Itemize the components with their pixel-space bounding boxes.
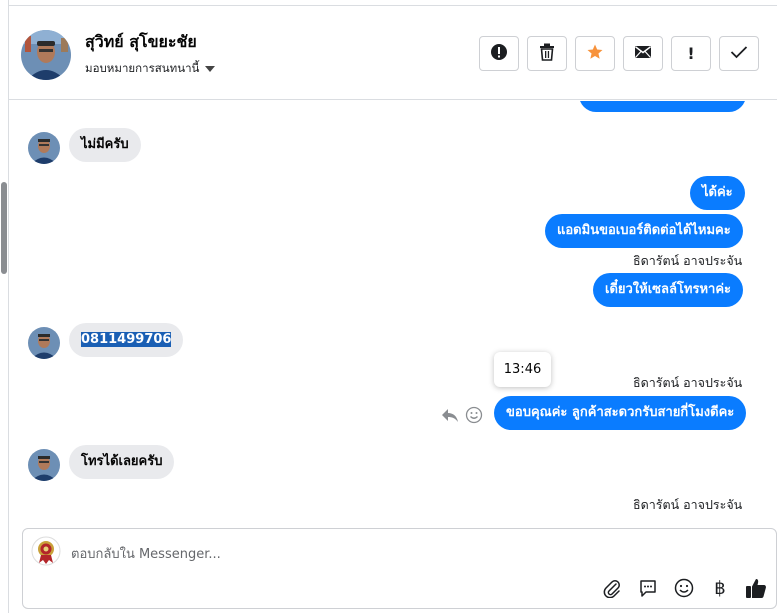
chevron-down-icon [205, 66, 216, 72]
contact-avatar[interactable] [21, 30, 71, 80]
react-smiley-icon[interactable] [465, 406, 483, 428]
sender-name: ธิดารัตน์ อาจประจัน [633, 253, 743, 268]
exclamation-icon: ! [687, 44, 695, 63]
conversation-header: สุวิทย์ สุโขยะชัย มอบหมายการสนทนานี้ ! [9, 6, 777, 100]
delete-button[interactable] [527, 36, 567, 71]
smiley-icon[interactable] [673, 577, 695, 599]
thumbs-up-icon[interactable] [745, 577, 767, 599]
message-bubble-outgoing[interactable]: แอดมินขอเบอร์ติดต่อได้ไหมคะ [545, 214, 743, 248]
checkmark-icon [730, 44, 748, 63]
composer-toolbar: ฿ [601, 577, 767, 599]
sender-name: ธิดารัตน์ อาจประจัน [633, 497, 743, 512]
message-bubble-outgoing[interactable]: เดี๋ยวให้เซลล์โทรหาค่ะ [593, 273, 744, 307]
left-scrollbar[interactable] [1, 182, 7, 274]
paperclip-icon[interactable] [601, 577, 623, 599]
mark-spam-button[interactable] [479, 36, 519, 71]
mark-done-button[interactable] [719, 36, 759, 71]
left-panel-edge [0, 0, 9, 613]
star-button[interactable] [575, 36, 615, 71]
message-thread[interactable]: ไม่มีครับ ได้ค่ะ แอดมินขอเบอร์ติดต่อได้ไ… [9, 101, 777, 526]
message-actions [441, 406, 483, 428]
reply-input[interactable]: ตอบกลับใน Messenger... [71, 543, 221, 564]
messenger-window: สุวิทย์ สุโขยะชัย มอบหมายการสนทนานี้ ! ไ… [0, 0, 777, 613]
chat-bubble-icon[interactable] [637, 577, 659, 599]
message-bubble-incoming[interactable]: โทรได้เลยครับ [69, 445, 175, 479]
message-composer[interactable]: ตอบกลับใน Messenger... ฿ [22, 528, 777, 609]
message-bubble-outgoing[interactable]: ขอบคุณค่ะ ลูกค้าสะดวกรับสายกี่โมงดีคะ [494, 396, 747, 430]
message-bubble-outgoing[interactable]: ได้ค่ะ [690, 176, 745, 210]
sender-name: ธิดารัตน์ อาจประจัน [633, 375, 743, 390]
baht-icon[interactable]: ฿ [709, 577, 731, 599]
message-bubble-incoming[interactable]: ไม่มีครับ [69, 128, 141, 162]
alert-circle-icon [490, 43, 508, 65]
message-bubble-outgoing-partial[interactable] [579, 101, 746, 112]
contact-name: สุวิทย์ สุโขยะชัย [85, 32, 197, 51]
contact-avatar-small [28, 327, 60, 359]
contact-avatar-small [28, 449, 60, 481]
reply-icon[interactable] [441, 407, 459, 427]
envelope-icon [634, 44, 652, 63]
page-avatar [31, 536, 61, 566]
trash-icon [539, 43, 555, 65]
message-bubble-incoming[interactable]: 0811499706 [69, 323, 184, 357]
selected-phone-number[interactable]: 0811499706 [81, 332, 172, 347]
timestamp-tooltip: 13:46 [494, 352, 551, 387]
mark-unread-button[interactable] [623, 36, 663, 71]
star-icon [586, 43, 604, 65]
assign-label: มอบหมายการสนทนานี้ [85, 61, 200, 75]
follow-up-button[interactable]: ! [671, 36, 711, 71]
assign-conversation-dropdown[interactable]: มอบหมายการสนทนานี้ [85, 60, 216, 78]
contact-avatar-small [28, 132, 60, 164]
